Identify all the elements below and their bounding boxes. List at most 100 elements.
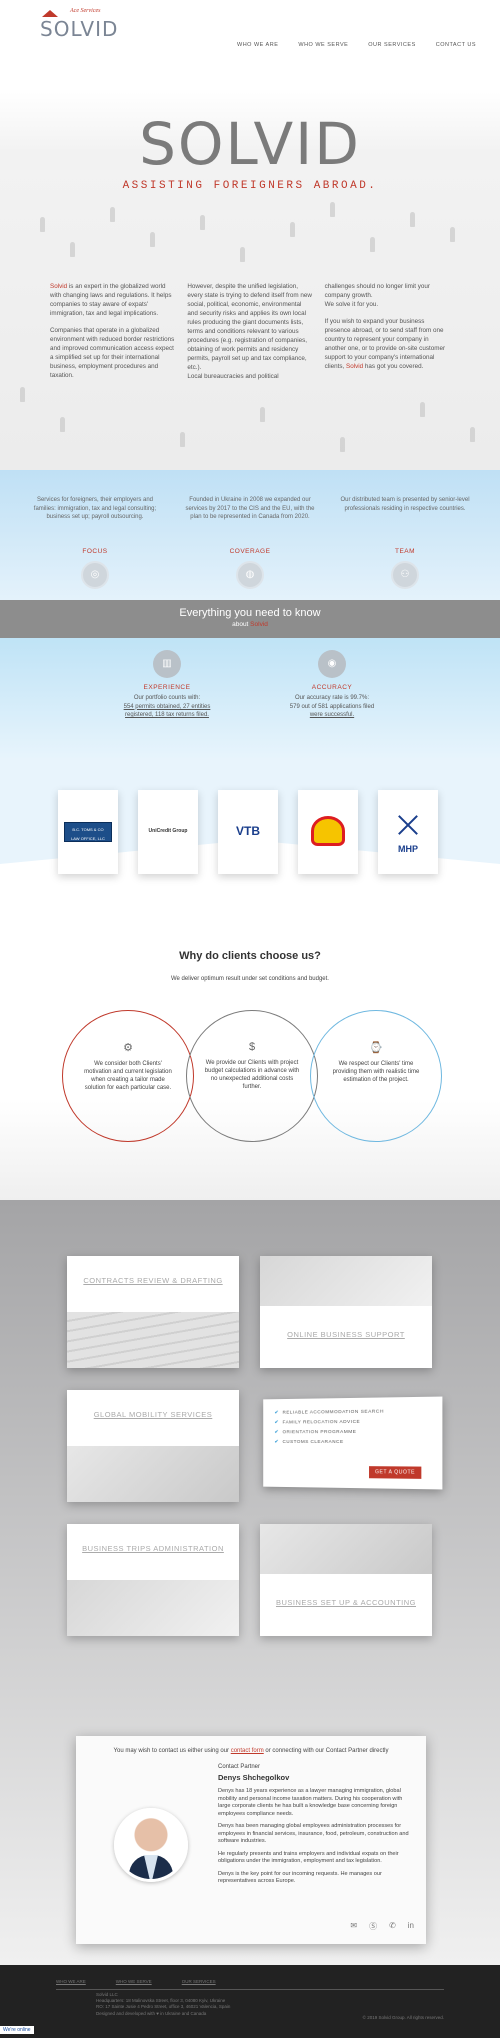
vtb-logo: VTB bbox=[236, 824, 260, 838]
service-card-online[interactable]: ONLINE BUSINESS SUPPORT bbox=[260, 1256, 432, 1368]
feature-title: COVERAGE bbox=[229, 548, 271, 555]
contact-role: Contact Partner bbox=[218, 1764, 261, 1770]
client-logos: B.C. TOMS & CO LAW OFFICE, LLC UniCredit … bbox=[0, 758, 500, 900]
logo-roof-icon bbox=[42, 10, 58, 17]
about-column-3: challenges should no longer limit your c… bbox=[325, 282, 450, 389]
about-paragraph: We solve it for you. bbox=[324, 301, 379, 308]
hand-photo bbox=[67, 1580, 239, 1636]
feature-coverage: Founded in Ukraine in 2008 we expanded o… bbox=[185, 496, 315, 589]
bctoms-logo: B.C. TOMS & CO LAW OFFICE, LLC bbox=[64, 822, 112, 842]
service-link[interactable]: BUSINESS TRIPS ADMINISTRATION bbox=[67, 1544, 239, 1554]
client-logo-bctoms: B.C. TOMS & CO LAW OFFICE, LLC bbox=[58, 790, 118, 874]
service-card-setup[interactable]: BUSINESS SET UP & ACCOUNTING bbox=[260, 1524, 432, 1636]
stat-text: Our portfolio counts with: 554 permits ob… bbox=[123, 695, 211, 718]
chat-widget[interactable]: We're online bbox=[0, 2026, 34, 2034]
footer-link[interactable]: WHO WE SERVE bbox=[116, 1979, 152, 1984]
about-paragraph: If you wish to expand your business pres… bbox=[325, 317, 450, 371]
know-band: Everything you need to know about Solvid bbox=[0, 600, 500, 638]
list-item: ✔ ORIENTATION PROGRAMME bbox=[274, 1429, 357, 1436]
stat-accuracy: ◉ ACCURACY Our accuracy rate is 99.7%: 57… bbox=[257, 650, 407, 720]
header: Ace Services SOLVID WHO WE ARE WHO WE SE… bbox=[0, 0, 500, 92]
feature-text: Our distributed team is presented by sen… bbox=[340, 497, 470, 512]
service-link[interactable]: GLOBAL MOBILITY SERVICES bbox=[67, 1410, 239, 1420]
footer: WHO WE ARE WHO WE SERVE OUR SERVICES Sol… bbox=[0, 1965, 500, 2038]
logo[interactable]: Ace Services SOLVID bbox=[40, 8, 117, 42]
email-icon[interactable]: ✉ bbox=[350, 1921, 357, 1932]
contact-form-link[interactable]: contact form bbox=[231, 1748, 264, 1754]
contract-photo bbox=[67, 1312, 239, 1368]
footer-divider bbox=[56, 1989, 444, 1990]
globe-icon: ◍ bbox=[236, 561, 264, 589]
phone-icon[interactable]: ✆ bbox=[389, 1921, 396, 1932]
focus-icon: ◎ bbox=[81, 561, 109, 589]
office-photo bbox=[260, 1524, 432, 1574]
team-icon: ⚇ bbox=[391, 561, 419, 589]
client-logo-mhp: MHP bbox=[378, 790, 438, 874]
logo-word: SOLVID bbox=[40, 17, 119, 41]
band-subtitle: about Solvid bbox=[232, 621, 268, 628]
logo-tagline: Ace Services bbox=[70, 8, 101, 14]
client-logo-vtb: VTB bbox=[218, 790, 278, 874]
about-paragraph: Local bureaucracies and political bbox=[187, 373, 279, 380]
hero: SOLVID ASSISTING FOREIGNERS ABROAD. Solv… bbox=[0, 92, 500, 470]
shell-logo bbox=[311, 816, 345, 846]
why-title: Why do clients choose us? bbox=[179, 950, 321, 962]
brand-link[interactable]: Solvid bbox=[250, 621, 268, 628]
bio-paragraph: He regularly presents and trains employe… bbox=[218, 1850, 399, 1865]
footer-link[interactable]: OUR SERVICES bbox=[182, 1979, 216, 1984]
client-logo-shell bbox=[298, 790, 358, 874]
nav-who-we-serve[interactable]: WHO WE SERVE bbox=[298, 42, 348, 48]
mhp-logo: MHP bbox=[398, 844, 418, 854]
hero-subtitle: ASSISTING FOREIGNERS ABROAD. bbox=[122, 180, 378, 192]
about-text: is an expert in the globalized world wit… bbox=[50, 283, 172, 317]
service-card-trips[interactable]: BUSINESS TRIPS ADMINISTRATION bbox=[67, 1524, 239, 1636]
contact-card: You may wish to contact us either using … bbox=[76, 1736, 426, 1944]
feature-focus: Services for foreigners, their employers… bbox=[30, 496, 160, 589]
service-link[interactable]: BUSINESS SET UP & ACCOUNTING bbox=[260, 1598, 432, 1608]
footer-link[interactable]: WHO WE ARE bbox=[56, 1979, 86, 1984]
about-paragraph: Companies that operate in a globalized e… bbox=[50, 327, 175, 379]
reason-text: We consider both Clients' motivation and… bbox=[84, 1061, 172, 1091]
feature-title: TEAM bbox=[394, 548, 416, 555]
work-permit-photo bbox=[67, 1446, 239, 1502]
skype-icon[interactable]: Ⓢ bbox=[369, 1921, 377, 1932]
contact-bio: Denys has 18 years experience as a lawye… bbox=[218, 1788, 414, 1891]
list-item: ✔ RELIABLE ACCOMMODATION SEARCH bbox=[274, 1409, 384, 1416]
why-subtitle: We deliver optimum result under set cond… bbox=[171, 976, 329, 982]
nav-our-services[interactable]: OUR SERVICES bbox=[368, 42, 415, 48]
nav-contact-us[interactable]: CONTACT US bbox=[436, 42, 476, 48]
social-links: ✉ Ⓢ ✆ in bbox=[350, 1921, 414, 1932]
about-paragraph: However, despite the unified legislation… bbox=[187, 283, 312, 371]
check-icon: ✔ bbox=[274, 1420, 279, 1426]
about-columns: Solvid is an expert in the globalized wo… bbox=[50, 282, 450, 389]
reason-circle-time: ⌚ We respect our Clients' time providing… bbox=[310, 1010, 442, 1142]
page: Ace Services SOLVID WHO WE ARE WHO WE SE… bbox=[0, 0, 500, 2038]
list-item: ✔ CUSTOMS CLEARANCE bbox=[274, 1440, 344, 1445]
settings-icon: ⚙ bbox=[123, 1042, 133, 1054]
get-quote-button[interactable]: GET A QUOTE bbox=[368, 1466, 422, 1479]
laptop-photo bbox=[260, 1256, 432, 1306]
reason-circle-motivation: ⚙ We consider both Clients' motivation a… bbox=[62, 1010, 194, 1142]
about-paragraph: Solvid is an expert in the globalized wo… bbox=[50, 282, 175, 318]
avatar bbox=[114, 1808, 188, 1882]
stat-experience: ▥ EXPERIENCE Our portfolio counts with: 5… bbox=[92, 650, 242, 720]
unicredit-logo: UniCredit Group bbox=[148, 828, 188, 834]
main-nav: WHO WE ARE WHO WE SERVE OUR SERVICES CON… bbox=[237, 42, 476, 48]
footer-nav: WHO WE ARE WHO WE SERVE OUR SERVICES bbox=[56, 1979, 216, 1984]
list-item: ✔ FAMILY RELOCATION ADVICE bbox=[274, 1419, 361, 1426]
nav-who-we-are[interactable]: WHO WE ARE bbox=[237, 42, 278, 48]
linkedin-icon[interactable]: in bbox=[408, 1921, 414, 1932]
bio-paragraph: Denys has been managing global employees… bbox=[218, 1823, 409, 1844]
service-link[interactable]: ONLINE BUSINESS SUPPORT bbox=[260, 1330, 432, 1340]
service-card-mobility[interactable]: GLOBAL MOBILITY SERVICES bbox=[67, 1390, 239, 1502]
brand-link[interactable]: Solvid bbox=[346, 363, 363, 370]
about-column-1: Solvid is an expert in the globalized wo… bbox=[50, 282, 175, 389]
bio-paragraph: Denys has 18 years experience as a lawye… bbox=[218, 1788, 403, 1817]
feature-text: Founded in Ukraine in 2008 we expanded o… bbox=[185, 497, 315, 520]
brand-link[interactable]: Solvid bbox=[50, 283, 67, 290]
service-card-contracts[interactable]: CONTRACTS REVIEW & DRAFTING bbox=[67, 1256, 239, 1368]
service-link[interactable]: CONTRACTS REVIEW & DRAFTING bbox=[67, 1276, 239, 1286]
check-icon: ✔ bbox=[274, 1440, 279, 1445]
feature-text: Services for foreigners, their employers… bbox=[33, 497, 157, 520]
about-paragraph: challenges should no longer limit your c… bbox=[324, 283, 431, 299]
